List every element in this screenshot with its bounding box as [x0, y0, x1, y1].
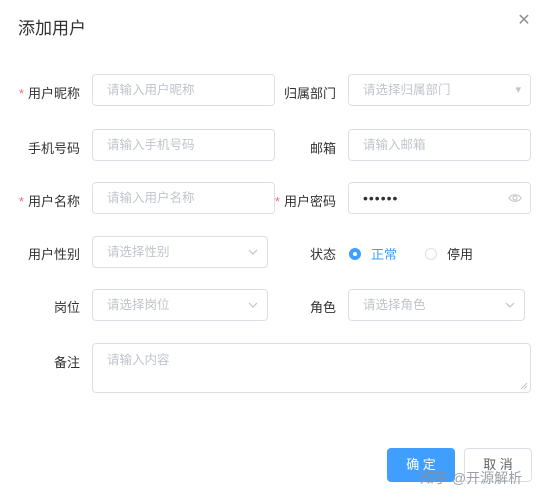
username-input[interactable]: 请输入用户名称: [92, 182, 275, 214]
radio-checked-icon: [349, 247, 361, 260]
dept-select[interactable]: 请选择归属部门 ▾: [348, 74, 531, 106]
status-radio-normal[interactable]: 正常: [349, 244, 397, 263]
post-label: 岗位: [53, 300, 80, 315]
email-input[interactable]: 请输入邮箱: [348, 129, 531, 161]
username-label: * 用户名称: [18, 194, 80, 209]
radio-unchecked-icon: [425, 247, 437, 260]
phone-label: 手机号码: [27, 141, 80, 156]
nickname-label: * 用户昵称: [18, 86, 80, 101]
status-radio-disabled[interactable]: 停用: [425, 244, 473, 263]
remark-label: 备注: [53, 355, 80, 370]
role-label: 角色: [309, 300, 336, 315]
sex-label: 用户性别: [27, 247, 80, 262]
password-label: * 用户密码: [274, 194, 336, 209]
required-marker: *: [18, 194, 24, 209]
password-input[interactable]: ••••••: [348, 182, 531, 214]
post-select[interactable]: 请选择岗位: [92, 289, 268, 321]
watermark: 知乎 @开源解析: [420, 470, 523, 486]
remark-textarea[interactable]: 请输入内容: [92, 343, 531, 393]
sex-select[interactable]: 请选择性别: [92, 236, 268, 268]
email-label: 邮箱: [309, 141, 336, 156]
add-user-dialog: 添加用户 ✕ * 用户昵称 请输入用户昵称 归属部门 请选择归属部门 ▾ 手机号码 …: [0, 0, 555, 500]
status-label: 状态: [309, 247, 336, 262]
eye-icon[interactable]: [508, 191, 522, 205]
nickname-input[interactable]: 请输入用户昵称: [92, 74, 275, 106]
required-marker: *: [18, 86, 24, 101]
chevron-down-icon: [505, 290, 515, 320]
required-marker: *: [274, 194, 280, 209]
caret-down-icon: ▾: [515, 84, 521, 96]
dept-label: 归属部门: [283, 86, 336, 101]
role-select[interactable]: 请选择角色: [348, 289, 525, 321]
resize-handle-icon[interactable]: [520, 382, 528, 390]
dialog-title: 添加用户: [18, 19, 86, 38]
phone-input[interactable]: 请输入手机号码: [92, 129, 275, 161]
close-icon[interactable]: ✕: [515, 12, 533, 30]
